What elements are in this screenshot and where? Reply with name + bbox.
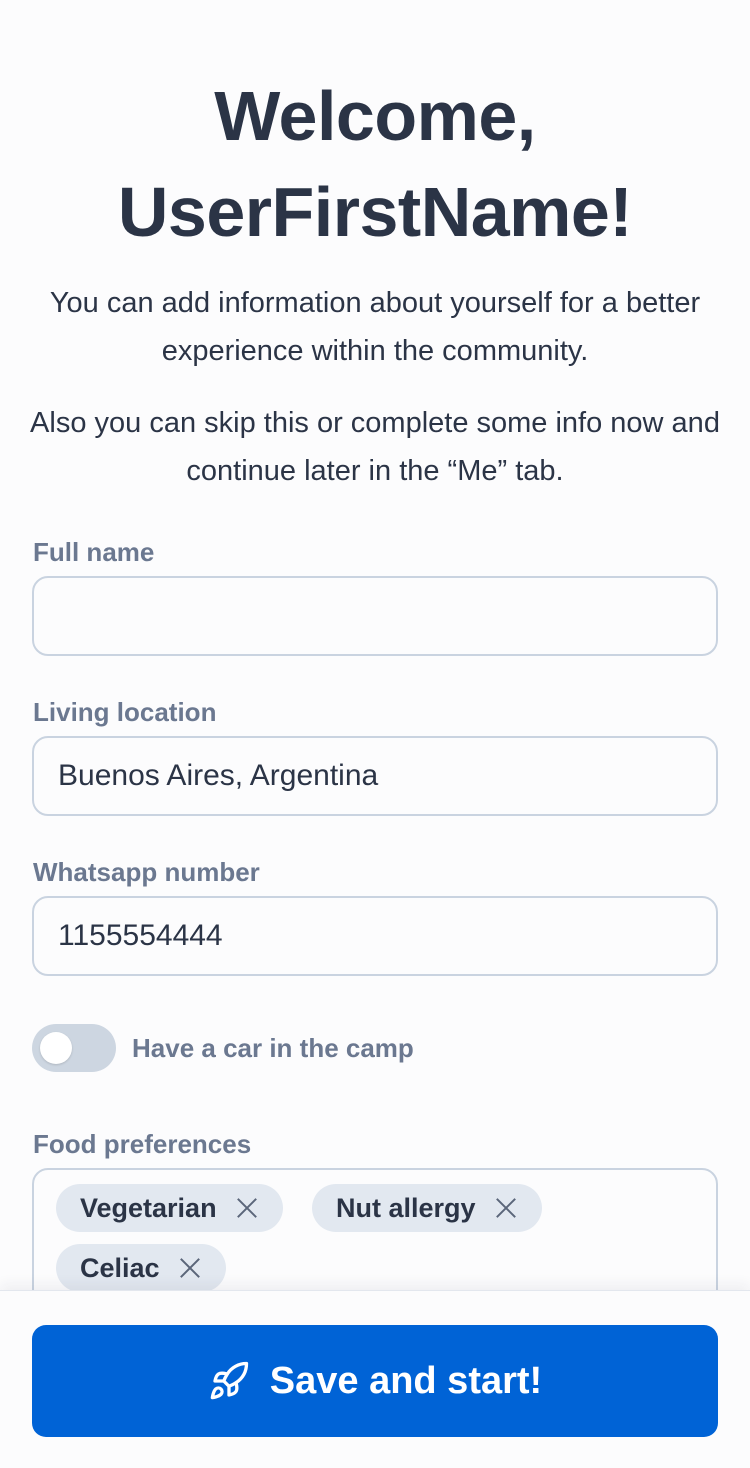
tag-label: Nut allergy — [336, 1192, 476, 1223]
tag-label: Celiac — [80, 1252, 160, 1283]
tag-chip: Nut allergy — [312, 1184, 542, 1232]
tag-chip: Vegetarian — [56, 1184, 283, 1232]
whatsapp-input[interactable] — [34, 898, 716, 974]
whatsapp-label: Whatsapp number — [33, 857, 260, 887]
title-line-1: Welcome, — [214, 77, 536, 155]
car-toggle-label: Have a car in the camp — [132, 1032, 414, 1063]
full-name-label: Full name — [33, 537, 155, 567]
title-line-2: UserFirstName! — [117, 173, 633, 251]
full-name-field[interactable] — [32, 576, 718, 656]
food-preferences-label: Food preferences — [33, 1129, 252, 1159]
remove-tag-icon[interactable] — [494, 1196, 518, 1220]
intro-paragraph-1: You can add information about yourself f… — [49, 287, 701, 367]
rocket-icon — [210, 1361, 248, 1400]
full-name-input[interactable] — [34, 578, 716, 654]
whatsapp-field[interactable] — [32, 896, 718, 976]
page-title: Welcome, UserFirstName! — [0, 68, 750, 260]
intro-paragraph-2: Also you can skip this or complete some … — [30, 407, 720, 487]
living-location-input[interactable] — [34, 738, 716, 814]
remove-tag-icon[interactable] — [178, 1256, 202, 1280]
save-and-start-button[interactable]: Save and start! — [32, 1325, 718, 1437]
living-location-label: Living location — [33, 697, 217, 727]
bottom-action-bar: Save and start! — [0, 1290, 750, 1468]
form-scroll-area[interactable]: Welcome, UserFirstName! You can add info… — [0, 0, 750, 1290]
living-location-field[interactable] — [32, 736, 718, 816]
toggle-knob — [40, 1032, 72, 1064]
car-toggle-row[interactable]: Have a car in the camp — [32, 1024, 414, 1072]
remove-tag-icon[interactable] — [235, 1196, 259, 1220]
save-and-start-label: Save and start! — [269, 1359, 543, 1402]
tag-chip: Celiac — [56, 1244, 226, 1290]
onboarding-screen: Welcome, UserFirstName! You can add info… — [0, 0, 750, 1468]
food-preferences-input[interactable]: Vegetarian Nut allergy Celiac — [32, 1168, 718, 1290]
car-toggle-switch[interactable] — [32, 1024, 116, 1072]
tag-label: Vegetarian — [80, 1192, 217, 1223]
